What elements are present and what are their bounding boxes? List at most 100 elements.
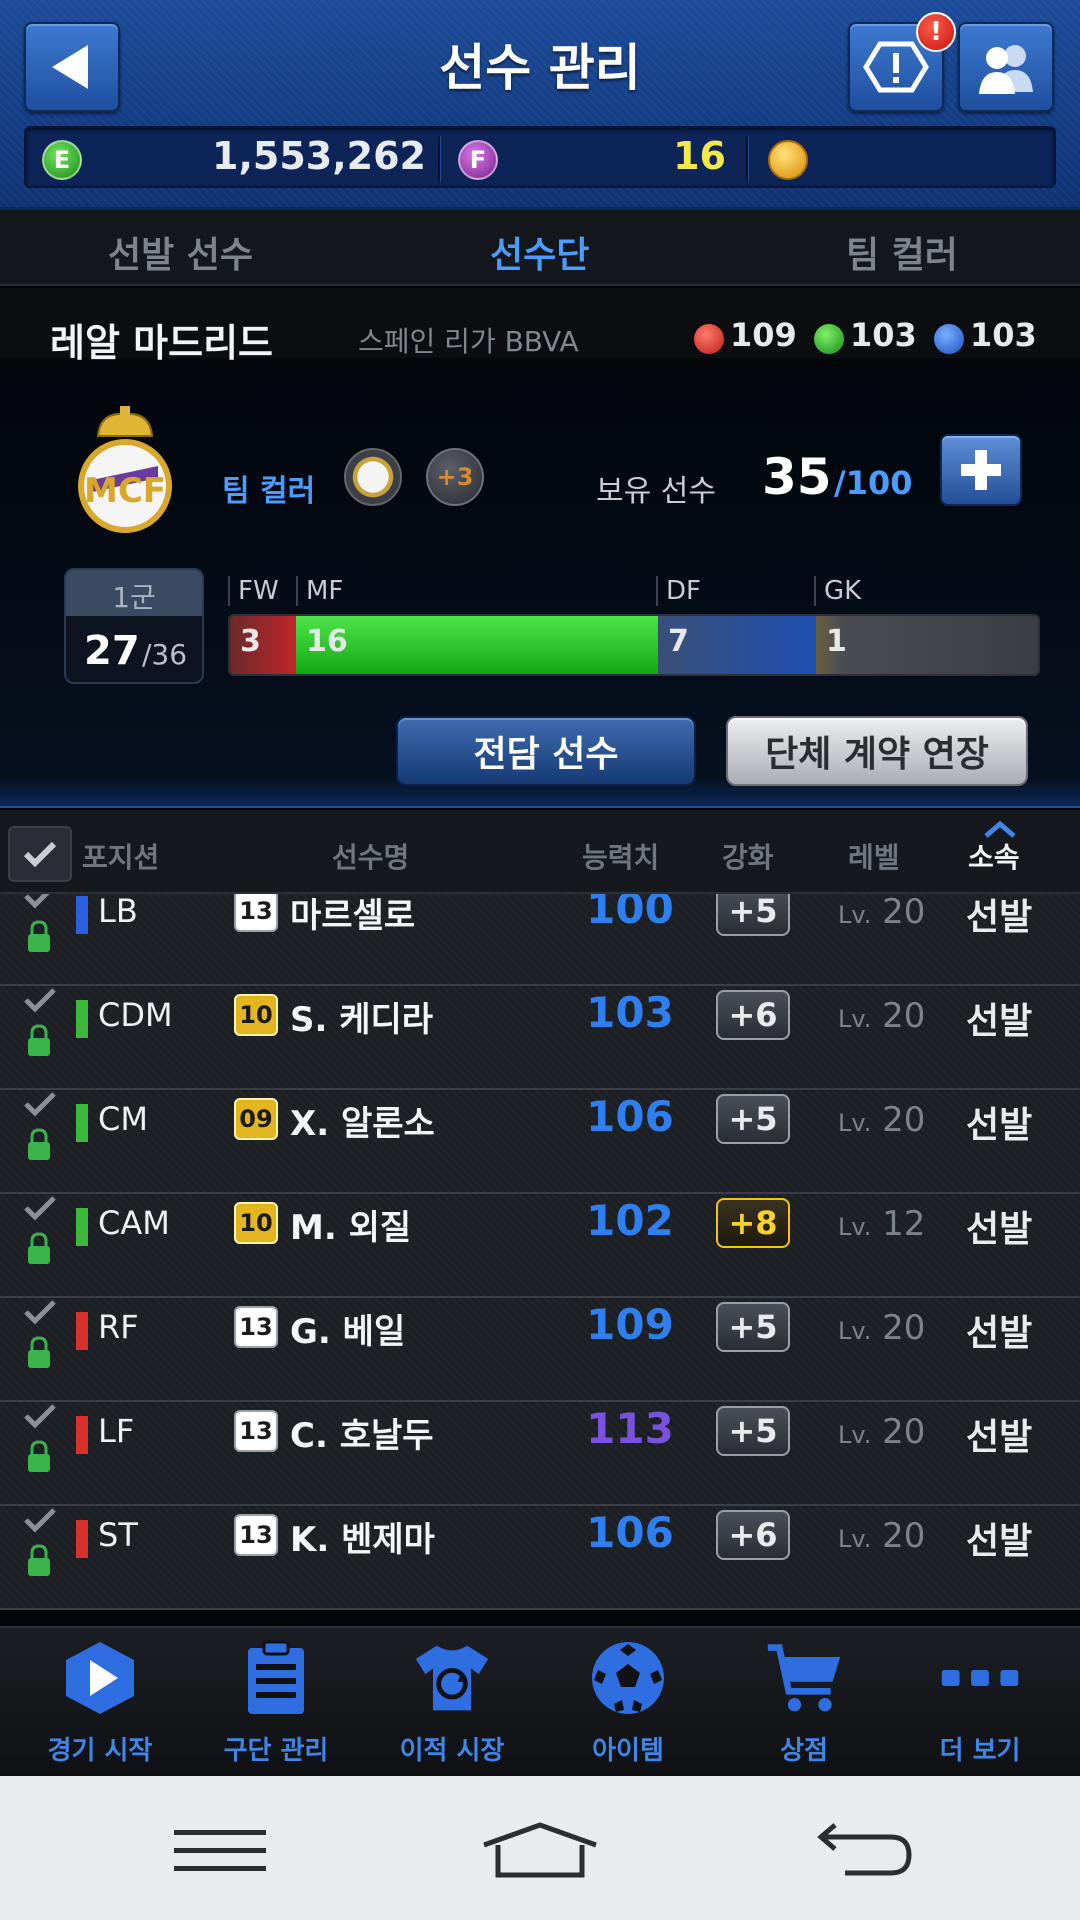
lock-icon <box>28 1128 50 1160</box>
select-all-checkbox[interactable] <box>8 826 72 882</box>
bulk-contract-extend-button[interactable]: 단체 계약 연장 <box>726 716 1028 786</box>
add-slots-button[interactable] <box>940 434 1022 506</box>
player-level: Lv. 20 <box>838 1516 925 1556</box>
attack-stat-icon <box>694 324 724 354</box>
gold-ball-icon[interactable] <box>768 140 808 180</box>
first-team-box: 1군 27 /36 <box>64 568 204 684</box>
pos-label-fw: FW <box>238 576 279 606</box>
player-row[interactable]: LF 13 C. 호날두 113 +5 Lv. 20 선발 <box>0 1402 1080 1506</box>
player-affiliation: 선발 <box>966 1521 1033 1562</box>
defense-stat-value: 103 <box>970 316 1037 354</box>
player-ability: 109 <box>586 1300 674 1349</box>
player-row[interactable]: LB 13 마르셀로 100 +5 Lv. 20 선발 <box>0 894 1080 986</box>
row-check-icon[interactable] <box>22 894 58 912</box>
gk-count: 1 <box>826 624 847 659</box>
player-row[interactable]: CAM 10 M. 외질 102 +8 Lv. 12 선발 <box>0 1194 1080 1298</box>
level-prefix: Lv. <box>838 1421 872 1449</box>
enhance-badge: +5 <box>716 1094 790 1144</box>
league-name: 스페인 리가 BBVA <box>358 325 579 358</box>
player-level: Lv. 20 <box>838 1100 925 1140</box>
row-check-icon[interactable] <box>22 1506 58 1536</box>
row-check-icon[interactable] <box>22 1298 58 1328</box>
nav-match-start[interactable]: 경기 시작 <box>12 1638 188 1774</box>
level-prefix: Lv. <box>838 1525 872 1553</box>
player-level: Lv. 20 <box>838 1308 925 1348</box>
position-color-bar <box>76 1312 88 1350</box>
pos-divider <box>656 576 658 606</box>
friends-button[interactable] <box>958 22 1054 112</box>
enhance-badge: +5 <box>716 1406 790 1456</box>
more-dots-icon <box>940 1638 1020 1718</box>
sort-name[interactable]: 선수명 <box>332 836 409 876</box>
svg-text:MCF: MCF <box>84 471 166 511</box>
sort-ability[interactable]: 능력치 <box>582 836 659 876</box>
nav-transfer-market[interactable]: 이적 시장 <box>364 1638 540 1774</box>
sort-affiliation[interactable]: 소속 <box>968 836 1020 876</box>
enhance-badge: +6 <box>716 990 790 1040</box>
nav-club-management[interactable]: 구단 관리 <box>188 1638 364 1774</box>
level-prefix: Lv. <box>838 1317 872 1345</box>
row-check-icon[interactable] <box>22 1194 58 1224</box>
currency-bar: E 1,553,262 F 16 <box>24 126 1056 188</box>
notification-badge: ! <box>916 12 956 52</box>
sort-level[interactable]: 레벨 <box>848 836 900 876</box>
lock-icon <box>28 1440 50 1472</box>
level-value: 12 <box>882 1204 926 1244</box>
pos-label-mf: MF <box>306 576 344 606</box>
team-color-bonus-badge[interactable]: +3 <box>426 448 484 506</box>
pos-label-gk: GK <box>824 576 862 606</box>
player-name: 마르셀로 <box>290 896 416 936</box>
player-row[interactable]: CM 09 X. 알론소 106 +5 Lv. 20 선발 <box>0 1090 1080 1194</box>
tab-team-color[interactable]: 팀 컬러 <box>846 226 958 278</box>
season-badge: 10 <box>234 1202 278 1244</box>
nav-items[interactable]: 아이템 <box>540 1638 716 1774</box>
sort-position[interactable]: 포지션 <box>82 836 159 876</box>
mf-count: 16 <box>306 624 348 659</box>
player-row[interactable]: CDM 10 S. 케디라 103 +6 Lv. 20 선발 <box>0 986 1080 1090</box>
back-button[interactable] <box>24 22 120 112</box>
tab-starting-players[interactable]: 선발 선수 <box>108 226 253 278</box>
clipboard-icon <box>236 1638 316 1718</box>
defense-stat-icon <box>934 324 964 354</box>
e-point-value: 1,553,262 <box>212 134 426 178</box>
player-affiliation: 선발 <box>966 1313 1033 1354</box>
player-affiliation: 선발 <box>966 1105 1033 1146</box>
player-name: S. 케디라 <box>290 1000 434 1040</box>
sort-enhance[interactable]: 강화 <box>722 836 774 876</box>
player-row[interactable]: ST 13 K. 벤제마 106 +6 Lv. 20 선발 <box>0 1506 1080 1610</box>
team-color-crest-icon[interactable] <box>344 448 402 506</box>
player-ability: 102 <box>586 1196 674 1245</box>
android-back-button[interactable] <box>790 1806 930 1896</box>
owned-players-count: 35 <box>762 448 832 506</box>
lock-icon <box>28 1232 50 1264</box>
enhance-badge: +5 <box>716 894 790 936</box>
row-check-icon[interactable] <box>22 986 58 1016</box>
cart-icon <box>764 1638 844 1718</box>
row-check-icon[interactable] <box>22 1402 58 1432</box>
check-icon <box>23 841 57 868</box>
menu-button[interactable] <box>150 1806 290 1896</box>
e-point-icon: E <box>42 140 82 180</box>
player-level: Lv. 20 <box>838 894 925 932</box>
player-list: LB 13 마르셀로 100 +5 Lv. 20 선발 CDM 10 S. 케디라 103 +6 Lv.… <box>0 894 1080 1624</box>
player-list-header: 포지션 선수명 능력치 강화 레벨 소속 <box>0 810 1080 894</box>
position-color-bar <box>76 1208 88 1246</box>
jersey-transfer-icon <box>412 1638 492 1718</box>
row-check-icon[interactable] <box>22 1090 58 1120</box>
player-level: Lv. 12 <box>838 1204 925 1244</box>
season-badge: 13 <box>234 894 278 932</box>
player-row[interactable]: RF 13 G. 베일 109 +5 Lv. 20 선발 <box>0 1298 1080 1402</box>
nav-more[interactable]: 더 보기 <box>892 1638 1068 1774</box>
dedicated-players-button[interactable]: 전담 선수 <box>396 716 696 786</box>
home-button[interactable] <box>470 1806 610 1896</box>
level-value: 20 <box>882 1100 926 1140</box>
back-arrow-icon <box>52 45 88 89</box>
player-level: Lv. 20 <box>838 996 925 1036</box>
level-prefix: Lv. <box>838 901 872 929</box>
nav-label: 경기 시작 <box>47 1736 153 1766</box>
player-position: ST <box>98 1516 138 1554</box>
tab-squad[interactable]: 선수단 <box>490 226 589 278</box>
nav-shop[interactable]: 상점 <box>716 1638 892 1774</box>
menu-icon <box>174 1830 266 1871</box>
nav-label: 이적 시장 <box>399 1736 505 1766</box>
